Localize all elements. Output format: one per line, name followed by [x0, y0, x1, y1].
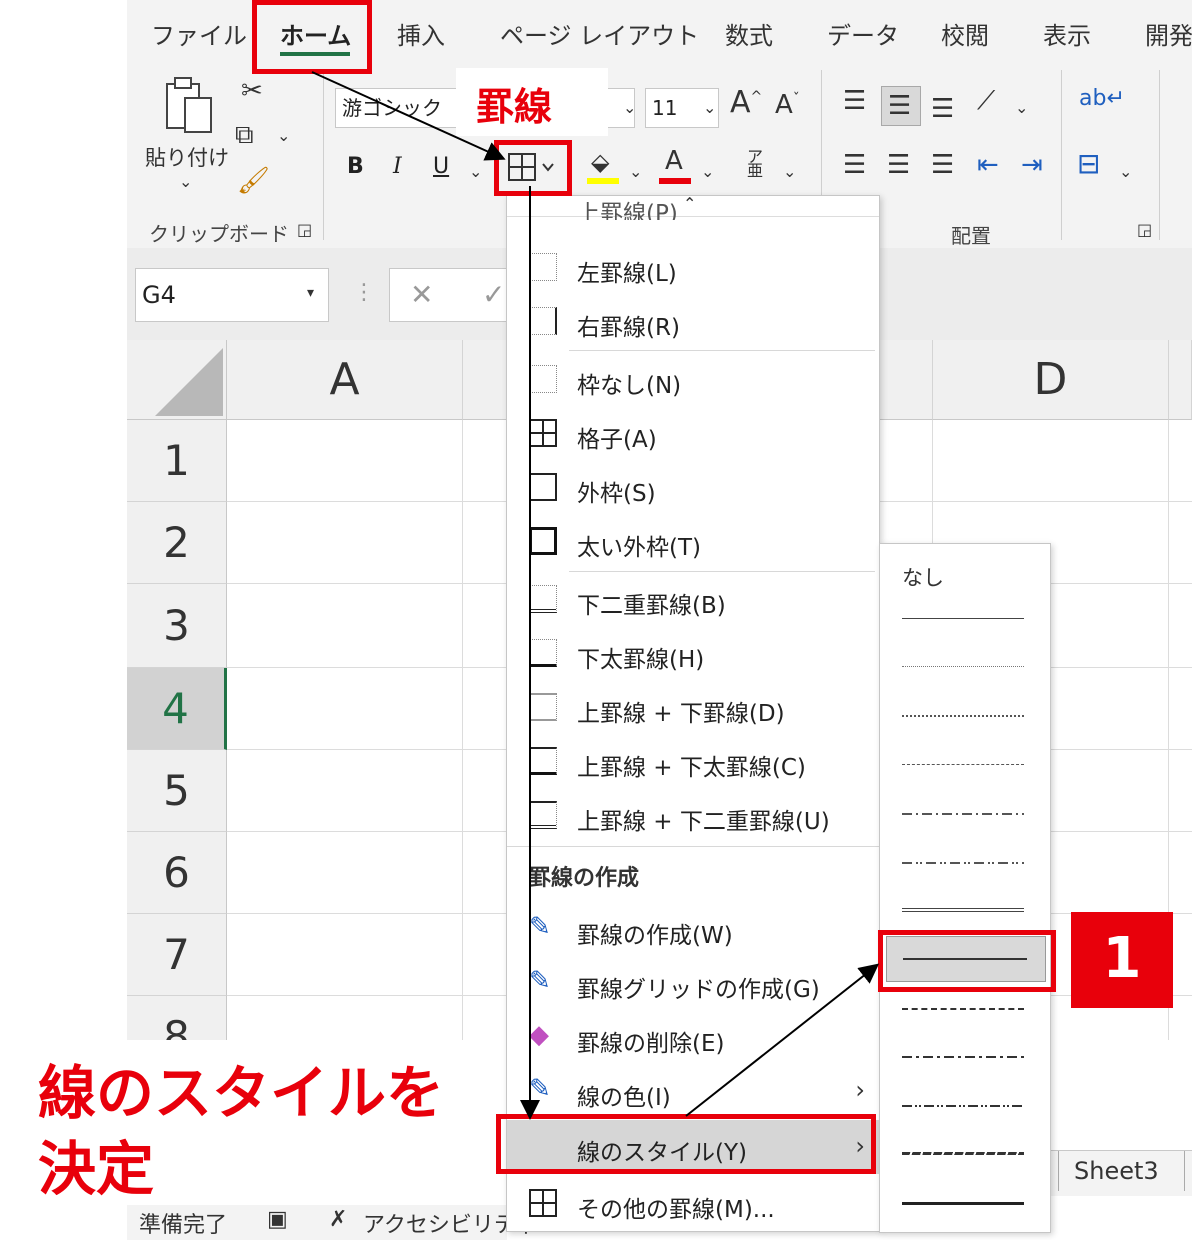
arrow-line-style-to-selection: [685, 963, 880, 1117]
arrow-home-to-borders: [311, 71, 506, 161]
annotation-arrows: [311, 71, 880, 1120]
